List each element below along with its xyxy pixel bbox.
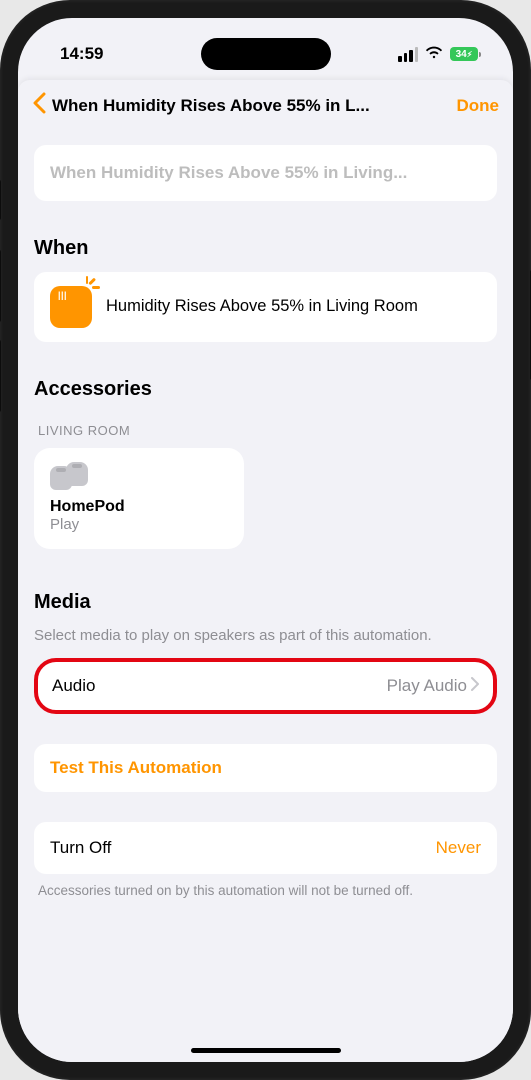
when-condition-card[interactable]: Humidity Rises Above 55% in Living Room — [34, 272, 497, 342]
home-indicator[interactable] — [191, 1048, 341, 1053]
nav-bar: When Humidity Rises Above 55% in L... Do… — [18, 80, 513, 129]
audio-row-label: Audio — [52, 676, 95, 696]
when-condition-text: Humidity Rises Above 55% in Living Room — [106, 296, 418, 317]
turn-off-row[interactable]: Turn Off Never — [34, 822, 497, 874]
modal-sheet: When Humidity Rises Above 55% in L... Do… — [18, 80, 513, 1062]
battery-icon: 34⚡︎ — [450, 47, 481, 61]
media-header: Media — [34, 591, 497, 614]
audio-row-value-text: Play Audio — [387, 676, 467, 696]
test-automation-button[interactable]: Test This Automation — [34, 744, 497, 792]
wifi-icon — [425, 44, 443, 64]
turn-off-value: Never — [436, 838, 481, 858]
dynamic-island — [201, 38, 331, 70]
content-area: When Humidity Rises Above 55% in Living.… — [18, 129, 513, 1062]
phone-frame: 14:59 34⚡︎ When Humidity Rises Above 55%… — [0, 0, 531, 1080]
turn-off-label: Turn Off — [50, 838, 111, 858]
status-time: 14:59 — [60, 44, 103, 64]
phone-screen: 14:59 34⚡︎ When Humidity Rises Above 55%… — [18, 18, 513, 1062]
chevron-right-icon — [471, 676, 479, 696]
test-automation-label: Test This Automation — [50, 758, 481, 778]
battery-percentage: 34 — [456, 49, 467, 60]
accessory-action: Play — [50, 516, 228, 533]
nav-title: When Humidity Rises Above 55% in L... — [52, 96, 451, 116]
done-button[interactable]: Done — [457, 96, 500, 116]
room-label: LIVING ROOM — [38, 423, 493, 438]
volume-down-button — [0, 340, 1, 412]
humidity-sensor-icon — [50, 286, 92, 328]
media-subtext: Select media to play on speakers as part… — [34, 626, 497, 646]
homepod-icon — [50, 462, 92, 492]
accessory-tile-homepod[interactable]: HomePod Play — [34, 448, 244, 549]
accessory-name: HomePod — [50, 498, 228, 516]
accessories-header: Accessories — [34, 378, 497, 401]
turn-off-footnote: Accessories turned on by this automation… — [38, 882, 493, 900]
audio-row-value: Play Audio — [387, 676, 479, 696]
when-header: When — [34, 237, 497, 260]
cellular-signal-icon — [398, 47, 418, 62]
volume-up-button — [0, 250, 1, 322]
back-button[interactable] — [32, 92, 46, 119]
audio-row[interactable]: Audio Play Audio — [34, 658, 497, 714]
name-field-placeholder: When Humidity Rises Above 55% in Living.… — [50, 163, 481, 183]
status-icons: 34⚡︎ — [398, 44, 481, 64]
automation-name-field[interactable]: When Humidity Rises Above 55% in Living.… — [34, 145, 497, 201]
mute-switch — [0, 180, 1, 220]
